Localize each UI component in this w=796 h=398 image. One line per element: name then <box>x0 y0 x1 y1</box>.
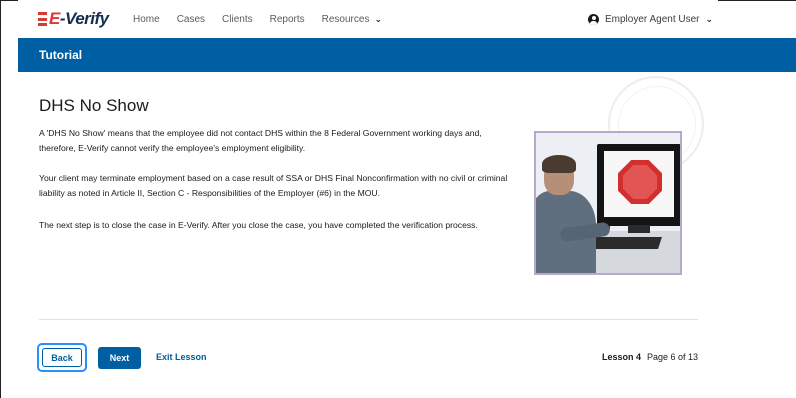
paragraph-definition: A 'DHS No Show' means that the employee … <box>39 128 482 153</box>
paragraph-termination: Your client may terminate employment bas… <box>39 173 508 198</box>
nav-item-resources-label: Resources <box>321 13 370 25</box>
divider <box>39 319 698 320</box>
page-title: DHS No Show <box>39 96 149 115</box>
user-circle-icon <box>588 13 599 25</box>
tutorial-banner: Tutorial <box>18 38 796 72</box>
nav-item-resources[interactable]: Resources ⌄ <box>322 14 382 25</box>
e-verify-logo[interactable]: E-Verify <box>38 8 109 30</box>
nav-item-cases[interactable]: Cases <box>177 14 205 25</box>
nav-item-reports[interactable]: Reports <box>270 14 305 25</box>
nav-menu: Home Cases Clients Reports Resources ⌄ <box>133 0 399 38</box>
banner-title: Tutorial <box>39 48 83 62</box>
exit-lesson-link[interactable]: Exit Lesson <box>156 352 207 362</box>
chevron-down-icon: ⌄ <box>374 13 382 24</box>
nav-item-home[interactable]: Home <box>133 14 160 25</box>
keyboard <box>586 237 662 249</box>
lesson-progress: Lesson 4 Page 6 of 13 <box>602 352 698 362</box>
page-counter: Page 6 of 13 <box>647 352 699 362</box>
nav-item-clients[interactable]: Clients <box>222 14 253 25</box>
top-navigation: E-Verify Home Cases Clients Reports Reso… <box>18 0 718 38</box>
illustration-man-at-computer <box>534 131 682 275</box>
lesson-number: Lesson 4 <box>602 352 642 362</box>
chevron-down-icon: ⌄ <box>705 13 714 24</box>
back-button[interactable]: Back <box>42 348 82 367</box>
paragraph-next-step: The next step is to close the case in E-… <box>39 220 478 230</box>
flag-stripes-icon <box>38 12 47 26</box>
user-name: Employer Agent User <box>605 13 700 25</box>
back-button-focus-ring: Back <box>37 343 87 372</box>
logo-text: E-Verify <box>49 9 109 28</box>
next-button[interactable]: Next <box>98 347 141 369</box>
monitor-stand <box>628 225 650 233</box>
user-menu[interactable]: Employer Agent User ⌄ <box>588 0 713 38</box>
person-hair <box>542 155 576 173</box>
